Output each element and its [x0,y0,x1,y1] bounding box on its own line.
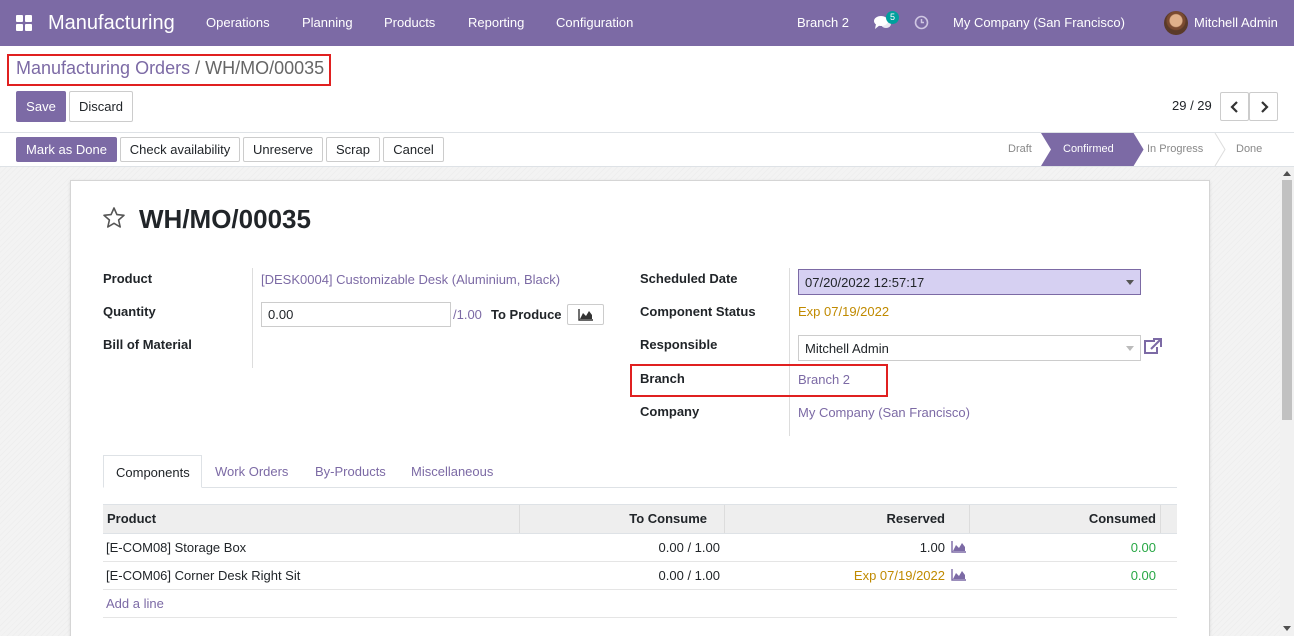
bom-label: Bill of Material [103,337,192,352]
check-availability-button[interactable]: Check availability [120,137,240,162]
app-title[interactable]: Manufacturing [48,0,175,46]
tab-by-products[interactable]: By-Products [315,464,386,479]
quantity-input[interactable]: 0.00 [261,302,451,327]
breadcrumb-separator: / [195,58,201,78]
scheduled-date-label: Scheduled Date [640,271,738,286]
tab-miscellaneous[interactable]: Miscellaneous [411,464,493,479]
scheduled-date-value: 07/20/2022 12:57:17 [805,274,925,290]
stage-draft[interactable]: Draft [1008,143,1032,155]
row-product: [E-COM08] Storage Box [106,540,247,555]
apps-menu-icon[interactable] [16,15,32,31]
external-link-icon[interactable] [1142,338,1162,356]
scrollbar-thumb[interactable] [1282,180,1292,420]
mark-as-done-button[interactable]: Mark as Done [16,137,117,162]
group-divider [252,268,253,368]
scroll-down-arrow-icon[interactable] [1283,626,1291,631]
area-chart-icon[interactable] [951,541,967,553]
branch-value[interactable]: Branch 2 [798,372,850,387]
table-row[interactable]: [E-COM08] Storage Box 0.00 / 1.00 1.00 0… [103,534,1177,562]
pager-value[interactable]: 29 / 29 [1172,98,1212,113]
row-consumed: 0.00 [1130,540,1156,555]
col-consumed[interactable]: Consumed [1089,505,1156,533]
product-label: Product [103,271,153,286]
area-chart-icon [577,308,593,321]
area-chart-icon[interactable] [951,569,967,581]
quantity-input-value: 0.00 [268,307,294,322]
add-line-row: Add a line [103,590,1177,618]
menu-operations[interactable]: Operations [206,0,270,46]
row-reserved: 1.00 [919,540,945,555]
caret-down-icon [1126,346,1134,351]
caret-down-icon [1126,280,1134,285]
cancel-button[interactable]: Cancel [383,137,444,162]
tab-components[interactable]: Components [103,455,202,488]
scroll-up-arrow-icon[interactable] [1283,171,1291,176]
tab-work-orders[interactable]: Work Orders [215,464,288,479]
group-divider-right [789,268,790,436]
pager-previous-button[interactable] [1220,92,1249,121]
activity-clock-icon[interactable] [914,15,929,30]
row-to-consume: 0.00 / 1.00 [658,540,720,555]
user-menu[interactable]: Mitchell Admin [1194,0,1278,46]
top-navbar: Manufacturing Operations Planning Produc… [0,0,1294,46]
breadcrumb-current: WH/MO/00035 [205,58,325,78]
menu-products[interactable]: Products [384,0,435,46]
record-title: WH/MO/00035 [139,204,311,234]
chevron-right-icon [1260,100,1269,113]
table-row[interactable]: [E-COM06] Corner Desk Right Sit 0.00 / 1… [103,562,1177,590]
messages-badge: 5 [886,11,900,24]
col-to-consume[interactable]: To Consume [629,505,707,533]
row-consumed: 0.00 [1130,568,1156,583]
responsible-label: Responsible [640,337,718,352]
company-value[interactable]: My Company (San Francisco) [798,405,970,420]
col-product[interactable]: Product [107,505,156,533]
menu-planning[interactable]: Planning [302,0,353,46]
user-avatar[interactable] [1164,11,1188,35]
menu-reporting[interactable]: Reporting [468,0,524,46]
responsible-input[interactable]: Mitchell Admin [798,335,1141,361]
scheduled-date-input[interactable]: 07/20/2022 12:57:17 [798,269,1141,295]
favorite-star-icon[interactable] [102,206,126,230]
product-value[interactable]: [DESK0004] Customizable Desk (Aluminium,… [261,272,560,287]
company-switcher[interactable]: My Company (San Francisco) [953,0,1125,46]
component-status-label: Component Status [640,304,756,319]
breadcrumb: Manufacturing Orders / WH/MO/00035 [16,58,324,79]
control-panel: Manufacturing Orders / WH/MO/00035 Save … [0,46,1294,132]
responsible-value: Mitchell Admin [805,340,889,356]
row-to-consume: 0.00 / 1.00 [658,568,720,583]
col-reserved[interactable]: Reserved [886,505,945,533]
table-header: Product To Consume Reserved Consumed [103,504,1177,534]
branch-label: Branch [640,371,685,386]
quantity-total: /1.00 [453,307,482,322]
chevron-left-icon [1229,100,1238,113]
quantity-label: Quantity [103,304,156,319]
breadcrumb-parent[interactable]: Manufacturing Orders [16,58,190,78]
tabs-border [103,487,1177,488]
company-label: Company [640,404,700,419]
row-reserved: Exp 07/19/2022 [853,568,945,583]
save-button[interactable]: Save [16,91,66,122]
pager-next-button[interactable] [1249,92,1278,121]
branch-switcher[interactable]: Branch 2 [797,0,849,46]
unreserve-button[interactable]: Unreserve [243,137,323,162]
discard-button[interactable]: Discard [69,91,133,122]
stage-done[interactable]: Done [1236,143,1262,155]
stage-confirmed[interactable]: Confirmed [1063,143,1114,155]
tab-components-label: Components [116,465,190,480]
scrap-button[interactable]: Scrap [326,137,380,162]
add-line-link[interactable]: Add a line [106,590,164,618]
statusbar: Mark as Done Check availability Unreserv… [0,132,1294,167]
row-product: [E-COM06] Corner Desk Right Sit [106,568,301,583]
to-produce-label: To Produce [491,307,562,322]
component-status-value: Exp 07/19/2022 [798,304,890,319]
menu-configuration[interactable]: Configuration [556,0,633,46]
stage-in-progress[interactable]: In Progress [1147,143,1203,155]
forecast-chart-button[interactable] [567,304,604,325]
